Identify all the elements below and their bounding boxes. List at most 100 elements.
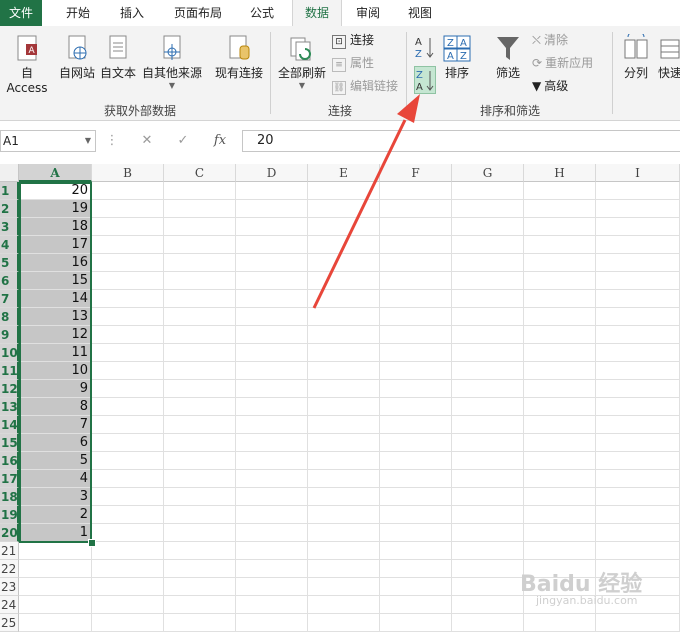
cell-c9[interactable] xyxy=(164,326,236,344)
connections-button[interactable]: ⊡ 连接 xyxy=(332,30,374,50)
cancel-icon[interactable]: ✕ xyxy=(136,130,158,152)
cell-i5[interactable] xyxy=(596,254,680,272)
row-header-1[interactable]: 1 xyxy=(0,182,19,200)
cell-g5[interactable] xyxy=(452,254,524,272)
column-header-b[interactable]: B xyxy=(92,164,164,182)
cell-b8[interactable] xyxy=(92,308,164,326)
cell-a20[interactable]: 1 xyxy=(19,524,92,542)
cell-i20[interactable] xyxy=(596,524,680,542)
cell-f10[interactable] xyxy=(380,344,452,362)
cell-a6[interactable]: 15 xyxy=(19,272,92,290)
cell-e20[interactable] xyxy=(308,524,380,542)
cell-e15[interactable] xyxy=(308,434,380,452)
sort-descending-button[interactable]: ZA xyxy=(414,66,436,94)
cell-h6[interactable] xyxy=(524,272,596,290)
cell-b12[interactable] xyxy=(92,380,164,398)
cell-c11[interactable] xyxy=(164,362,236,380)
filter-button[interactable]: 筛选 xyxy=(488,34,528,81)
cell-i11[interactable] xyxy=(596,362,680,380)
cell-c25[interactable] xyxy=(164,614,236,632)
column-header-i[interactable]: I xyxy=(596,164,680,182)
cell-b19[interactable] xyxy=(92,506,164,524)
cell-e14[interactable] xyxy=(308,416,380,434)
cell-f9[interactable] xyxy=(380,326,452,344)
cell-h5[interactable] xyxy=(524,254,596,272)
cell-h3[interactable] xyxy=(524,218,596,236)
cell-c20[interactable] xyxy=(164,524,236,542)
cell-i16[interactable] xyxy=(596,452,680,470)
cell-c17[interactable] xyxy=(164,470,236,488)
tab-review[interactable]: 审阅 xyxy=(346,0,390,26)
cell-h25[interactable] xyxy=(524,614,596,632)
cell-e13[interactable] xyxy=(308,398,380,416)
row-header-11[interactable]: 11 xyxy=(0,362,19,380)
row-header-17[interactable]: 17 xyxy=(0,470,19,488)
cell-h7[interactable] xyxy=(524,290,596,308)
column-header-e[interactable]: E xyxy=(308,164,380,182)
cell-a25[interactable] xyxy=(19,614,92,632)
cell-c24[interactable] xyxy=(164,596,236,614)
cell-i10[interactable] xyxy=(596,344,680,362)
cell-g18[interactable] xyxy=(452,488,524,506)
cell-a23[interactable] xyxy=(19,578,92,596)
cell-f21[interactable] xyxy=(380,542,452,560)
formula-input[interactable]: 20 xyxy=(242,130,680,152)
cell-f16[interactable] xyxy=(380,452,452,470)
row-header-18[interactable]: 18 xyxy=(0,488,19,506)
enter-icon[interactable]: ✓ xyxy=(172,130,194,152)
cell-e23[interactable] xyxy=(308,578,380,596)
cell-a17[interactable]: 4 xyxy=(19,470,92,488)
cell-e19[interactable] xyxy=(308,506,380,524)
cell-f14[interactable] xyxy=(380,416,452,434)
cell-h18[interactable] xyxy=(524,488,596,506)
cell-i1[interactable] xyxy=(596,182,680,200)
cell-h19[interactable] xyxy=(524,506,596,524)
cell-b16[interactable] xyxy=(92,452,164,470)
cell-c1[interactable] xyxy=(164,182,236,200)
tab-home[interactable]: 开始 xyxy=(56,0,100,26)
cell-f8[interactable] xyxy=(380,308,452,326)
cell-a21[interactable] xyxy=(19,542,92,560)
row-header-19[interactable]: 19 xyxy=(0,506,19,524)
cell-g1[interactable] xyxy=(452,182,524,200)
cell-b7[interactable] xyxy=(92,290,164,308)
cell-d24[interactable] xyxy=(236,596,308,614)
cell-b13[interactable] xyxy=(92,398,164,416)
from-other-sources-button[interactable]: 自其他来源 ▼ xyxy=(140,34,204,90)
cell-f20[interactable] xyxy=(380,524,452,542)
cell-d4[interactable] xyxy=(236,236,308,254)
cell-c16[interactable] xyxy=(164,452,236,470)
cell-h13[interactable] xyxy=(524,398,596,416)
row-header-23[interactable]: 23 xyxy=(0,578,19,596)
cell-g3[interactable] xyxy=(452,218,524,236)
cell-b21[interactable] xyxy=(92,542,164,560)
cell-e3[interactable] xyxy=(308,218,380,236)
row-header-22[interactable]: 22 xyxy=(0,560,19,578)
cell-f19[interactable] xyxy=(380,506,452,524)
cell-i25[interactable] xyxy=(596,614,680,632)
cell-b3[interactable] xyxy=(92,218,164,236)
cell-h14[interactable] xyxy=(524,416,596,434)
properties-button[interactable]: ≡ 属性 xyxy=(332,53,374,73)
cell-h20[interactable] xyxy=(524,524,596,542)
tab-view[interactable]: 视图 xyxy=(398,0,442,26)
cell-a3[interactable]: 18 xyxy=(19,218,92,236)
cell-f7[interactable] xyxy=(380,290,452,308)
cell-e2[interactable] xyxy=(308,200,380,218)
cell-i7[interactable] xyxy=(596,290,680,308)
cell-b10[interactable] xyxy=(92,344,164,362)
from-access-button[interactable]: A 自 Access xyxy=(0,34,54,95)
cell-b5[interactable] xyxy=(92,254,164,272)
cell-b6[interactable] xyxy=(92,272,164,290)
cell-a13[interactable]: 8 xyxy=(19,398,92,416)
cell-d19[interactable] xyxy=(236,506,308,524)
cell-i2[interactable] xyxy=(596,200,680,218)
clear-filter-button[interactable]: ⛌ 清除 xyxy=(532,30,568,50)
cell-g25[interactable] xyxy=(452,614,524,632)
cell-h12[interactable] xyxy=(524,380,596,398)
cell-i21[interactable] xyxy=(596,542,680,560)
cell-e5[interactable] xyxy=(308,254,380,272)
row-header-9[interactable]: 9 xyxy=(0,326,19,344)
cell-d22[interactable] xyxy=(236,560,308,578)
cell-d16[interactable] xyxy=(236,452,308,470)
